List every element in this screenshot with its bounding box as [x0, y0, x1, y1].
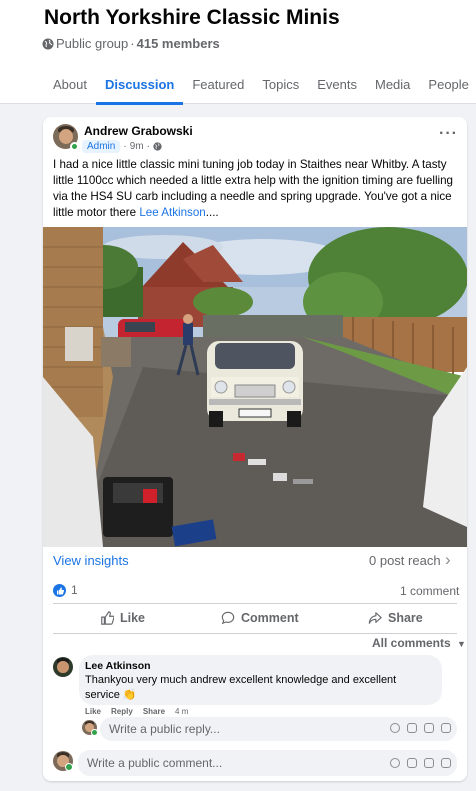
post-photo[interactable] — [43, 227, 467, 547]
online-indicator — [91, 729, 98, 736]
tab-discussion[interactable]: Discussion — [95, 68, 184, 105]
group-tabs: About Discussion Featured Topics Events … — [44, 68, 476, 105]
tab-media[interactable]: Media — [366, 68, 419, 104]
meta-separator: · — [130, 36, 135, 51]
comment-bubble: Lee Atkinson Thankyou very much andrew e… — [79, 655, 442, 705]
tab-featured[interactable]: Featured — [183, 68, 253, 104]
sticker-icon[interactable] — [441, 723, 451, 733]
comment-input[interactable]: Write a public comment... — [78, 750, 457, 776]
online-indicator — [70, 142, 79, 151]
camera-icon[interactable] — [407, 723, 417, 733]
group-title[interactable]: North Yorkshire Classic Minis — [44, 6, 340, 30]
admin-badge: Admin — [82, 140, 121, 153]
emoji-icon[interactable] — [390, 723, 400, 733]
comment-filter-dropdown[interactable]: All comments ▼ — [372, 636, 466, 650]
comment-actions: Like Reply Share 4 m — [85, 707, 188, 716]
post-text: I had a nice little classic mini tuning … — [53, 157, 461, 221]
group-header: North Yorkshire Classic Minis Public gro… — [0, 0, 476, 105]
comment-label: Comment — [241, 611, 299, 625]
post-text-suffix: .... — [205, 206, 219, 219]
camera-icon[interactable] — [407, 758, 417, 768]
post-time[interactable]: 9m — [130, 141, 144, 152]
share-label: Share — [388, 611, 423, 625]
group-meta: Public group · 415 members — [42, 36, 220, 51]
chevron-right-icon[interactable]: › — [445, 550, 451, 570]
comment-author-name[interactable]: Lee Atkinson — [85, 660, 151, 672]
divider — [53, 633, 457, 634]
post-author-name[interactable]: Andrew Grabowski — [84, 124, 193, 138]
caret-down-icon: ▼ — [457, 639, 466, 649]
share-button[interactable]: Share — [368, 603, 423, 633]
meta-separator: · — [123, 141, 127, 152]
comment-count[interactable]: 1 comment — [400, 584, 459, 598]
gif-icon[interactable] — [424, 758, 434, 768]
globe-icon — [153, 142, 162, 151]
like-button[interactable]: Like — [100, 603, 145, 633]
emoji-icon[interactable] — [390, 758, 400, 768]
post-body: I had a nice little classic mini tuning … — [53, 158, 454, 219]
reaction-count[interactable]: 1 — [71, 583, 78, 597]
tab-people[interactable]: People — [419, 68, 476, 104]
meta-separator: · — [146, 141, 150, 152]
like-label: Like — [120, 611, 146, 625]
online-indicator — [65, 763, 73, 771]
comment-text: Thankyou very much andrew excellent know… — [85, 673, 425, 703]
share-icon — [368, 612, 382, 624]
like-reaction-icon[interactable] — [53, 584, 66, 597]
post-reach[interactable]: 0 post reach — [369, 553, 441, 568]
tab-about[interactable]: About — [44, 68, 96, 104]
comment-filter-label: All comments — [372, 636, 451, 650]
globe-icon — [42, 38, 54, 49]
tab-topics[interactable]: Topics — [253, 68, 308, 104]
comment-share-link[interactable]: Share — [143, 707, 165, 716]
comment-icon — [221, 611, 235, 625]
comment-placeholder: Write a public comment... — [87, 756, 223, 770]
members-count[interactable]: 415 members — [137, 36, 220, 51]
privacy-label: Public group — [56, 36, 129, 51]
comment-like-link[interactable]: Like — [85, 707, 101, 716]
post-meta: Admin · 9m · — [82, 140, 162, 153]
tab-events[interactable]: Events — [308, 68, 366, 104]
more-options-icon[interactable]: ··· — [439, 125, 458, 143]
post-card: Andrew Grabowski Admin · 9m · ··· I had … — [43, 117, 467, 781]
reply-placeholder: Write a public reply... — [109, 722, 220, 736]
reply-input[interactable]: Write a public reply... — [100, 717, 457, 741]
comment-time[interactable]: 4 m — [175, 707, 188, 716]
thumbs-up-icon — [101, 611, 114, 625]
view-insights-link[interactable]: View insights — [53, 553, 129, 568]
sticker-icon[interactable] — [441, 758, 451, 768]
commenter-avatar[interactable] — [53, 657, 73, 677]
gif-icon[interactable] — [424, 723, 434, 733]
comment-emoji: 👏 — [122, 689, 137, 701]
comment-button[interactable]: Comment — [221, 603, 299, 633]
comment-reply-link[interactable]: Reply — [111, 707, 133, 716]
tagged-user-link[interactable]: Lee Atkinson — [139, 206, 205, 219]
